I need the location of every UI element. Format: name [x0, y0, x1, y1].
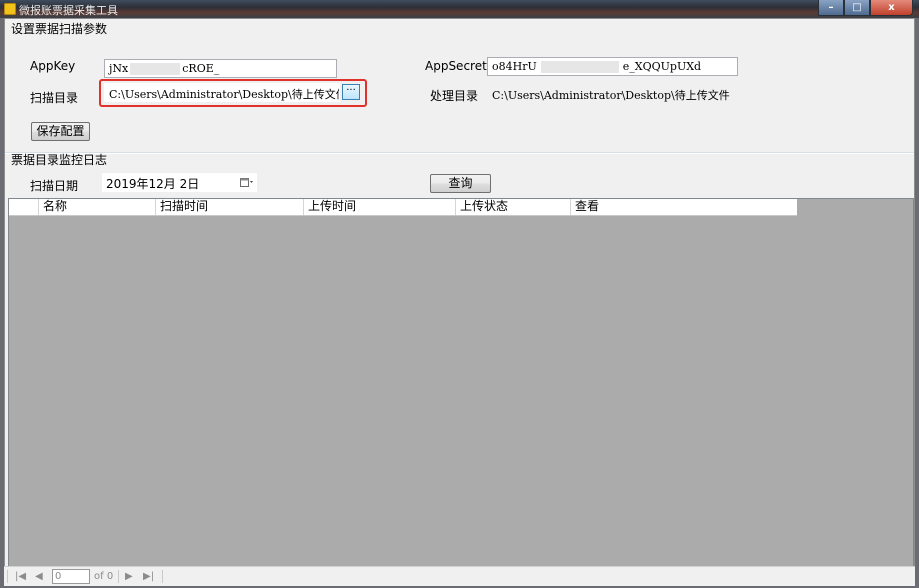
prev-page-icon[interactable]: ◀ [35, 570, 43, 584]
column-header-scan-time[interactable]: 扫描时间 [156, 199, 304, 215]
calendar-dropdown-icon[interactable] [240, 177, 254, 188]
appkey-field[interactable]: jNx cROE_ [104, 59, 337, 78]
redacted-appkey [130, 63, 181, 75]
redacted-appsecret [540, 61, 619, 73]
page-number-input[interactable]: 0 [52, 569, 90, 584]
column-header-upload-time[interactable]: 上传时间 [304, 199, 456, 215]
next-page-icon[interactable]: ▶ [125, 570, 133, 584]
settings-section-title: 设置票据扫描参数 [11, 22, 108, 36]
scan-date-value: 2019年12月 2日 [106, 177, 200, 191]
minimize-button[interactable]: – [818, 0, 844, 16]
app-icon [4, 3, 16, 15]
appsecret-label: AppSecret [425, 59, 487, 73]
scan-dir-value: C:\Users\Administrator\Desktop\待上传文件 [109, 88, 340, 101]
row-header-corner [9, 199, 39, 215]
query-button[interactable]: 查询 [430, 174, 491, 193]
appsecret-suffix: e_XQQUpUXd [622, 60, 702, 73]
browse-button[interactable]: ··· [342, 84, 360, 100]
app-window: 微报账票据采集工具 – □ x 设置票据扫描参数 AppKey jNx cROE_… [0, 0, 919, 588]
appsecret-field[interactable]: o84HrU e_XQQUpUXd [487, 57, 738, 76]
appkey-label: AppKey [30, 59, 76, 73]
process-dir-value: C:\Users\Administrator\Desktop\待上传文件 [492, 89, 730, 102]
nav-separator [118, 570, 119, 583]
column-header-view[interactable]: 查看 [571, 199, 797, 215]
appkey-prefix: jNx [109, 62, 129, 75]
column-header-name[interactable]: 名称 [39, 199, 156, 215]
window-controls: – □ x [818, 0, 913, 16]
save-config-button[interactable]: 保存配置 [31, 122, 90, 141]
scan-date-label: 扫描日期 [30, 179, 79, 193]
process-dir-label: 处理目录 [430, 89, 479, 103]
appsecret-prefix: o84HrU [492, 60, 537, 73]
scan-dir-field[interactable]: C:\Users\Administrator\Desktop\待上传文件 [104, 83, 340, 102]
grid-header: 名称 扫描时间 上传时间 上传状态 查看 [9, 199, 797, 216]
log-section-title: 票据目录监控日志 [11, 153, 108, 167]
close-button[interactable]: x [870, 0, 913, 16]
window-title: 微报账票据采集工具 [19, 4, 118, 17]
first-page-icon[interactable]: |◀ [15, 570, 26, 584]
scan-date-picker[interactable]: 2019年12月 2日 [102, 173, 257, 192]
maximize-button[interactable]: □ [844, 0, 870, 16]
grip [7, 570, 8, 583]
log-grid[interactable]: 名称 扫描时间 上传时间 上传状态 查看 [8, 198, 914, 582]
client-area: 设置票据扫描参数 AppKey jNx cROE_ AppSecret o84Hr… [4, 18, 915, 584]
column-header-upload-status[interactable]: 上传状态 [456, 199, 571, 215]
binding-navigator: |◀ ◀ 0 of 0 ▶ ▶| [4, 566, 915, 586]
title-bar[interactable]: 微报账票据采集工具 – □ x [0, 0, 919, 18]
scan-dir-label: 扫描目录 [30, 91, 79, 105]
section-divider [5, 152, 914, 154]
process-dir-field: C:\Users\Administrator\Desktop\待上传文件 [487, 84, 738, 103]
appkey-suffix: cROE_ [182, 62, 220, 75]
nav-separator [162, 570, 163, 583]
page-count-label: of 0 [94, 571, 114, 582]
last-page-icon[interactable]: ▶| [143, 570, 154, 584]
